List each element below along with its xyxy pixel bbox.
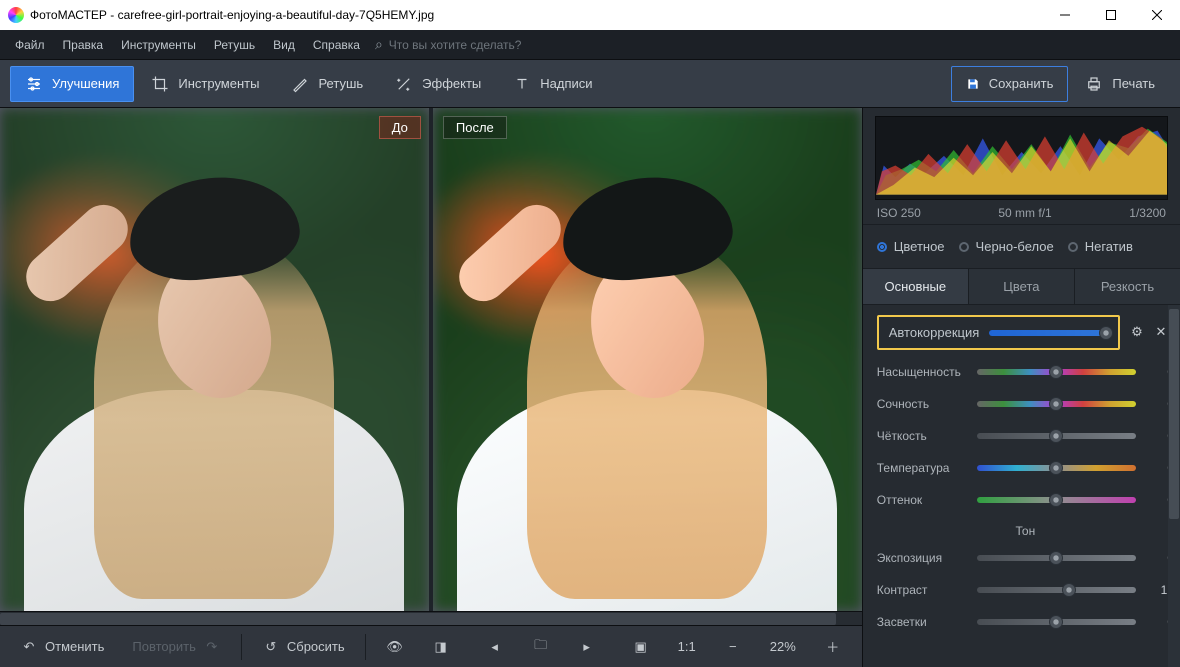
zoom-level[interactable]: 22% (760, 633, 806, 660)
tab-basic[interactable]: Основные (863, 269, 969, 304)
radio-color[interactable]: Цветное (877, 239, 945, 254)
undo-icon: ↶ (20, 638, 38, 656)
main-toolbar: Улучшения Инструменты Ретушь Эффекты Над… (0, 60, 1180, 108)
menu-tools[interactable]: Инструменты (112, 38, 205, 52)
row-exposure: Экспозиция 0 (877, 542, 1174, 574)
row-temperature: Температура 0 (877, 452, 1174, 484)
row-tint: Оттенок 0 (877, 484, 1174, 516)
tab-effects[interactable]: Эффекты (380, 66, 496, 102)
slider-tint[interactable] (977, 497, 1136, 503)
minus-icon: − (724, 638, 742, 656)
row-clarity: Чёткость 0 (877, 420, 1174, 452)
zoom-in-button[interactable]: ＋ (814, 632, 852, 662)
autocorrect-label: Автокоррекция (889, 325, 980, 340)
slider-clarity[interactable] (977, 433, 1136, 439)
slider-exposure[interactable] (977, 555, 1136, 561)
title-bar: ФотоМАСТЕР - carefree-girl-portrait-enjo… (0, 0, 1180, 30)
slider-highlights[interactable] (977, 619, 1136, 625)
tab-retouch[interactable]: Ретушь (276, 66, 378, 102)
next-button[interactable]: ▸ (568, 632, 606, 662)
actual-size-button[interactable]: 1:1 (668, 633, 706, 660)
row-saturation: Насыщенность 0 (877, 356, 1174, 388)
browse-button[interactable]: 🗀 (522, 632, 560, 662)
menu-help[interactable]: Справка (304, 38, 369, 52)
row-vibrance: Сочность 0 (877, 388, 1174, 420)
tab-sharp[interactable]: Резкость (1075, 269, 1180, 304)
menu-view[interactable]: Вид (264, 38, 304, 52)
file-name: carefree-girl-portrait-enjoying-a-beauti… (118, 8, 435, 22)
before-badge: До (379, 116, 421, 139)
autocorrect-row: Автокоррекция (877, 315, 1120, 350)
meta-lens: 50 mm f/1 (998, 206, 1051, 220)
compare-icon: ◨ (432, 638, 450, 656)
compare-button[interactable]: ◨ (422, 632, 460, 662)
minimize-button[interactable] (1042, 0, 1088, 30)
sliders-icon (25, 75, 43, 93)
redo-icon: ↷ (203, 638, 221, 656)
zoom-out-button[interactable]: − (714, 632, 752, 662)
save-button[interactable]: Сохранить (951, 66, 1069, 102)
brush-icon (291, 75, 309, 93)
tab-tools[interactable]: Инструменты (136, 66, 274, 102)
menu-file[interactable]: Файл (6, 38, 54, 52)
canvas-area: До После ↶Отменить Повторить↷ ↺Сбросить … (0, 108, 862, 667)
print-icon (1085, 75, 1103, 93)
row-contrast: Контраст 17 (877, 574, 1174, 606)
search-icon[interactable]: ⌕ (375, 36, 383, 53)
folder-icon: 🗀 (532, 638, 550, 656)
radio-bw[interactable]: Черно-белое (959, 239, 1054, 254)
slider-saturation[interactable] (977, 369, 1136, 375)
crop-icon (151, 75, 169, 93)
bottom-bar: ↶Отменить Повторить↷ ↺Сбросить 👁 ◨ ◂ 🗀 ▸… (0, 625, 862, 667)
app-name: ФотоМАСТЕР (30, 8, 107, 22)
row-highlights: Засветки 0 (877, 606, 1174, 638)
chevron-left-icon: ◂ (486, 638, 504, 656)
save-icon (966, 77, 980, 91)
param-tabs: Основные Цвета Резкость (863, 269, 1180, 305)
autocorrect-slider[interactable] (989, 330, 1108, 336)
tab-text[interactable]: Надписи (498, 66, 607, 102)
tab-colors[interactable]: Цвета (969, 269, 1075, 304)
search-placeholder[interactable]: Что вы хотите сделать? (389, 38, 522, 52)
prev-button[interactable]: ◂ (476, 632, 514, 662)
menu-retouch[interactable]: Ретушь (205, 38, 264, 52)
fit-screen-button[interactable]: ▣ (622, 632, 660, 662)
wand-icon (395, 75, 413, 93)
menu-edit[interactable]: Правка (54, 38, 113, 52)
maximize-button[interactable] (1088, 0, 1134, 30)
horizontal-scrollbar[interactable] (0, 611, 862, 625)
eye-icon: 👁 (386, 638, 404, 656)
meta-iso: ISO 250 (877, 206, 921, 220)
chevron-right-icon: ▸ (578, 638, 596, 656)
slider-temperature[interactable] (977, 465, 1136, 471)
tab-enhance[interactable]: Улучшения (10, 66, 134, 102)
after-badge: После (443, 116, 507, 139)
gear-icon[interactable]: ⚙ (1128, 323, 1146, 341)
menu-bar: Файл Правка Инструменты Ретушь Вид Справ… (0, 30, 1180, 60)
before-pane[interactable]: До (0, 108, 429, 611)
radio-negative[interactable]: Негатив (1068, 239, 1133, 254)
meta-shutter: 1/3200 (1129, 206, 1166, 220)
plus-icon: ＋ (824, 638, 842, 656)
close-button[interactable] (1134, 0, 1180, 30)
app-icon (8, 7, 24, 23)
vertical-scrollbar[interactable] (1168, 305, 1180, 667)
undo-button[interactable]: ↶Отменить (10, 632, 114, 662)
histogram[interactable] (875, 116, 1168, 200)
after-pane[interactable]: После (433, 108, 862, 611)
text-icon (513, 75, 531, 93)
slider-contrast[interactable] (977, 587, 1136, 593)
fit-icon: ▣ (632, 638, 650, 656)
reset-button[interactable]: ↺Сбросить (252, 632, 355, 662)
print-button[interactable]: Печать (1070, 66, 1170, 102)
tone-header: Тон (877, 516, 1174, 542)
right-panel: ISO 250 50 mm f/1 1/3200 Цветное Черно-б… (862, 108, 1180, 667)
color-mode-radios: Цветное Черно-белое Негатив (863, 224, 1180, 269)
slider-vibrance[interactable] (977, 401, 1136, 407)
reset-icon: ↺ (262, 638, 280, 656)
toggle-view-button[interactable]: 👁 (376, 632, 414, 662)
redo-button[interactable]: Повторить↷ (122, 632, 230, 662)
